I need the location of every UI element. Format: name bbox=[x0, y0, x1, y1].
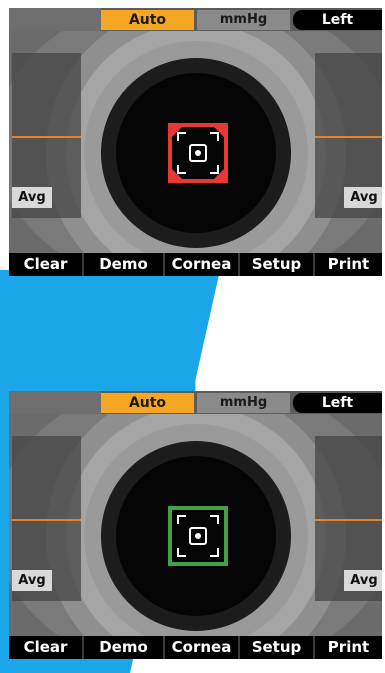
right-level-marker bbox=[315, 519, 382, 521]
unit-indicator[interactable]: mmHg bbox=[197, 9, 290, 30]
status-bar: Auto mmHg Left bbox=[9, 8, 382, 31]
left-level-marker bbox=[12, 519, 81, 521]
function-toolbar: Clear Demo Cornea Setup Print bbox=[9, 636, 382, 659]
tonometer-screen-aligned: Auto mmHg Left Avg Avg Clear Demo Cornea… bbox=[9, 391, 382, 659]
setup-button[interactable]: Setup bbox=[240, 636, 313, 659]
right-avg-label: Avg bbox=[344, 570, 382, 591]
right-measurement-panel: Avg bbox=[315, 436, 382, 601]
alignment-target-red bbox=[168, 123, 228, 183]
eye-side-indicator[interactable]: Left bbox=[293, 9, 382, 30]
setup-button[interactable]: Setup bbox=[240, 253, 313, 276]
right-measurement-panel: Avg bbox=[315, 53, 382, 218]
eye-side-indicator[interactable]: Left bbox=[293, 392, 382, 413]
alignment-target-green bbox=[168, 506, 228, 566]
status-spacer bbox=[9, 391, 101, 414]
unit-indicator[interactable]: mmHg bbox=[197, 392, 290, 413]
print-button[interactable]: Print bbox=[315, 636, 382, 659]
right-avg-label: Avg bbox=[344, 187, 382, 208]
print-button[interactable]: Print bbox=[315, 253, 382, 276]
demo-button[interactable]: Demo bbox=[84, 636, 163, 659]
status-bar: Auto mmHg Left bbox=[9, 391, 382, 414]
tonometer-screen-misaligned: Auto mmHg Left Avg Avg Clear Demo Cornea… bbox=[9, 8, 382, 276]
left-measurement-panel: Avg bbox=[12, 436, 81, 601]
left-measurement-panel: Avg bbox=[12, 53, 81, 218]
left-avg-label: Avg bbox=[12, 187, 52, 208]
status-spacer bbox=[9, 8, 101, 31]
left-avg-label: Avg bbox=[12, 570, 52, 591]
cornea-button[interactable]: Cornea bbox=[165, 636, 238, 659]
clear-button[interactable]: Clear bbox=[9, 636, 82, 659]
mode-indicator[interactable]: Auto bbox=[101, 9, 194, 30]
cornea-button[interactable]: Cornea bbox=[165, 253, 238, 276]
clear-button[interactable]: Clear bbox=[9, 253, 82, 276]
mode-indicator[interactable]: Auto bbox=[101, 392, 194, 413]
right-level-marker bbox=[315, 136, 382, 138]
left-level-marker bbox=[12, 136, 81, 138]
demo-button[interactable]: Demo bbox=[84, 253, 163, 276]
function-toolbar: Clear Demo Cornea Setup Print bbox=[9, 253, 382, 276]
